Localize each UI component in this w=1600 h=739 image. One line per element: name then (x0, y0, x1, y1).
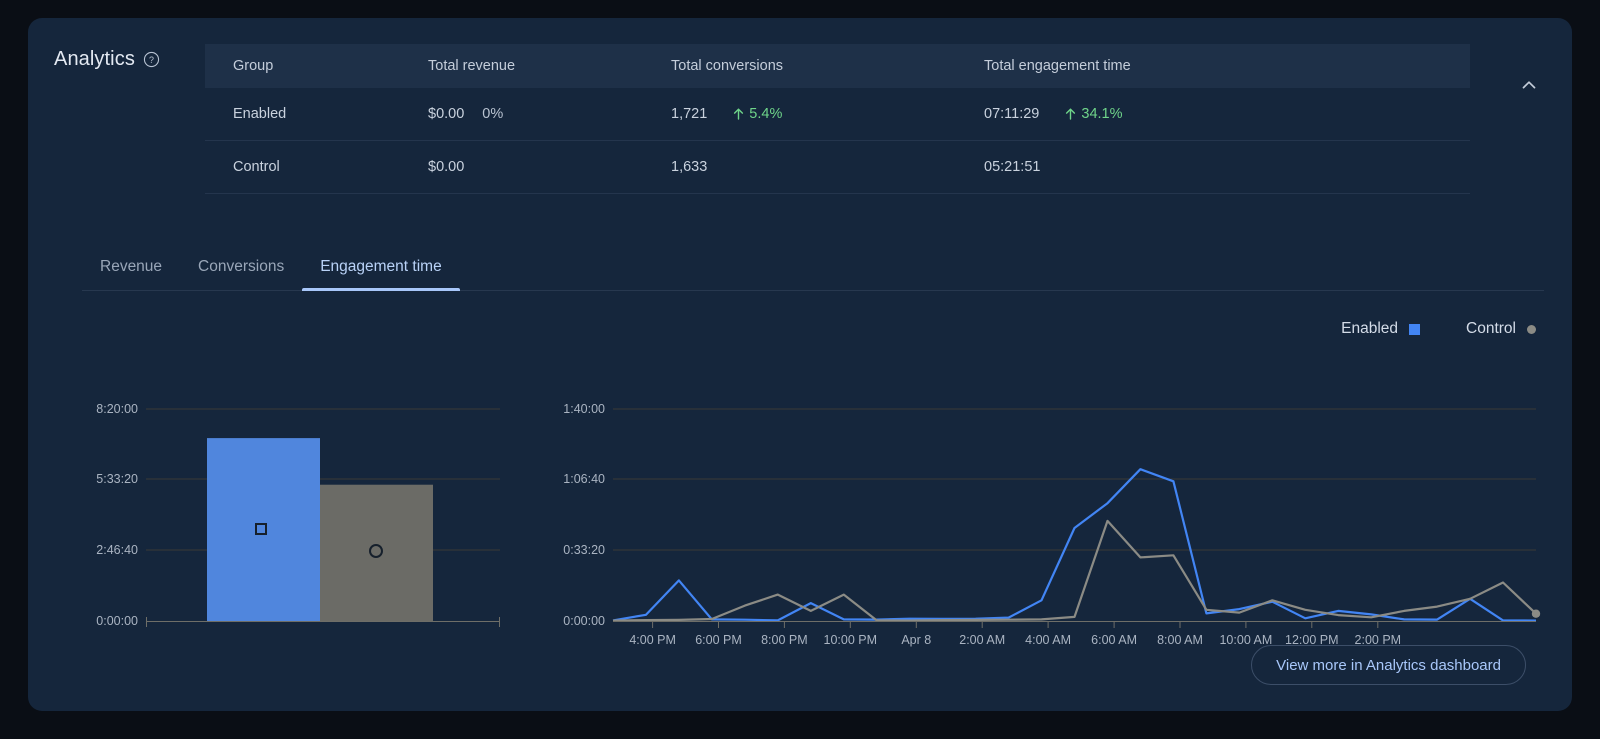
bar-ytick-1: 2:46:40 (96, 543, 138, 557)
cell-engagement: 07:11:29 34.1% (984, 88, 1470, 141)
engagement-bar-chart: 8:20:00 5:33:20 2:46:40 0:00:00 (96, 402, 500, 628)
tab-revenue[interactable]: Revenue (82, 246, 180, 290)
legend-label-enabled: Enabled (1341, 320, 1399, 337)
line-end-marker-dot-icon (1531, 609, 1541, 618)
arrow-up-icon (734, 108, 744, 120)
bar-ytick-0: 0:00:00 (96, 614, 138, 628)
revenue-percent: 0% (482, 106, 504, 122)
legend-item-enabled[interactable]: Enabled (1341, 320, 1421, 338)
x-tick-label-8: 8:00 AM (1157, 633, 1203, 647)
line-ytick-1: 0:33:20 (563, 543, 605, 557)
legend-label-control: Control (1466, 320, 1516, 337)
legend-swatch-circle-icon (1527, 324, 1536, 334)
line-chart-x-axis: 4:00 PM 6:00 PM 8:00 PM 10:00 PM Apr 8 2:00 A… (613, 621, 1536, 647)
x-tick-label-4: Apr 8 (901, 633, 931, 647)
engagement-delta-value: 34.1% (1081, 106, 1123, 122)
chevron-up-icon (1522, 81, 1536, 89)
page-title: Analytics (54, 48, 135, 70)
bar-chart-bars (207, 438, 433, 622)
tab-engagement-time[interactable]: Engagement time (302, 246, 460, 291)
bar-chart-y-axis-labels: 8:20:00 5:33:20 2:46:40 0:00:00 (96, 402, 138, 628)
cell-group: Enabled (205, 88, 428, 141)
help-circle-icon[interactable]: ? (143, 51, 160, 68)
chart-legend: Enabled Control (1341, 320, 1536, 338)
engagement-line-chart: 1:40:00 1:06:40 0:33:20 0:00:00 4:00 PM 6… (563, 402, 1541, 647)
conversions-delta-value: 5.4% (749, 106, 783, 122)
column-header-group: Group (233, 58, 274, 74)
svg-text:?: ? (149, 55, 154, 65)
cell-revenue: $0.00 0% (428, 88, 671, 141)
conversions-value: 1,721 (671, 106, 708, 122)
revenue-value: $0.00 (428, 106, 465, 122)
x-tick-label-7: 6:00 AM (1091, 633, 1137, 647)
engagement-delta: 34.1% (1047, 106, 1123, 122)
line-chart-y-axis-labels: 1:40:00 1:06:40 0:33:20 0:00:00 (563, 402, 605, 628)
column-header-engagement: Total engagement time (984, 58, 1131, 74)
arrow-up-icon (1066, 108, 1076, 120)
x-tick-label-2: 8:00 PM (761, 633, 808, 647)
table-row: Enabled $0.00 0% 1,721 5.4% 07:11:29 34.… (205, 88, 1470, 141)
column-header-conversions: Total conversions (671, 58, 784, 74)
analytics-summary-table: Group Total revenue Total conversions To… (205, 44, 1470, 194)
cell-conversions: 1,721 5.4% (671, 88, 984, 141)
line-chart-series (612, 468, 1541, 622)
bar-ytick-3: 8:20:00 (96, 402, 138, 416)
line-series-enabled (612, 468, 1537, 622)
cell-revenue: $0.00 (428, 140, 671, 194)
tab-conversions[interactable]: Conversions (180, 246, 302, 290)
bar-enabled[interactable] (207, 438, 320, 622)
line-ytick-3: 1:40:00 (563, 402, 605, 416)
table-row: Control $0.00 1,633 05:21:51 (205, 140, 1470, 194)
x-tick-label-1: 6:00 PM (695, 633, 742, 647)
view-analytics-dashboard-button[interactable]: View more in Analytics dashboard (1251, 645, 1526, 685)
bar-control[interactable] (320, 484, 433, 622)
chart-metric-tabs: Revenue Conversions Engagement time (82, 246, 1544, 291)
line-series-control (612, 519, 1537, 622)
analytics-header: Analytics ? (54, 48, 160, 71)
legend-item-control[interactable]: Control (1466, 320, 1536, 338)
table-header-row: Group Total revenue Total conversions To… (205, 44, 1470, 88)
analytics-card: Analytics ? Group Total revenue Total co… (28, 18, 1572, 711)
bar-ytick-2: 5:33:20 (96, 472, 138, 486)
collapse-panel-button[interactable] (1512, 68, 1546, 102)
x-tick-label-5: 2:00 AM (959, 633, 1005, 647)
cell-group: Control (205, 140, 428, 194)
cell-engagement: 05:21:51 (984, 140, 1470, 194)
legend-swatch-square-icon (1409, 323, 1421, 335)
engagement-value: 07:11:29 (984, 106, 1040, 122)
x-tick-label-0: 4:00 PM (629, 633, 676, 647)
column-header-revenue: Total revenue (428, 58, 516, 74)
line-ytick-0: 0:00:00 (563, 614, 605, 628)
x-tick-label-6: 4:00 AM (1025, 633, 1071, 647)
conversions-delta: 5.4% (715, 106, 782, 122)
cell-conversions: 1,633 (671, 140, 984, 194)
line-ytick-2: 1:06:40 (563, 472, 605, 486)
line-chart-x-ticks (652, 621, 1379, 628)
x-tick-label-3: 10:00 PM (824, 633, 878, 647)
